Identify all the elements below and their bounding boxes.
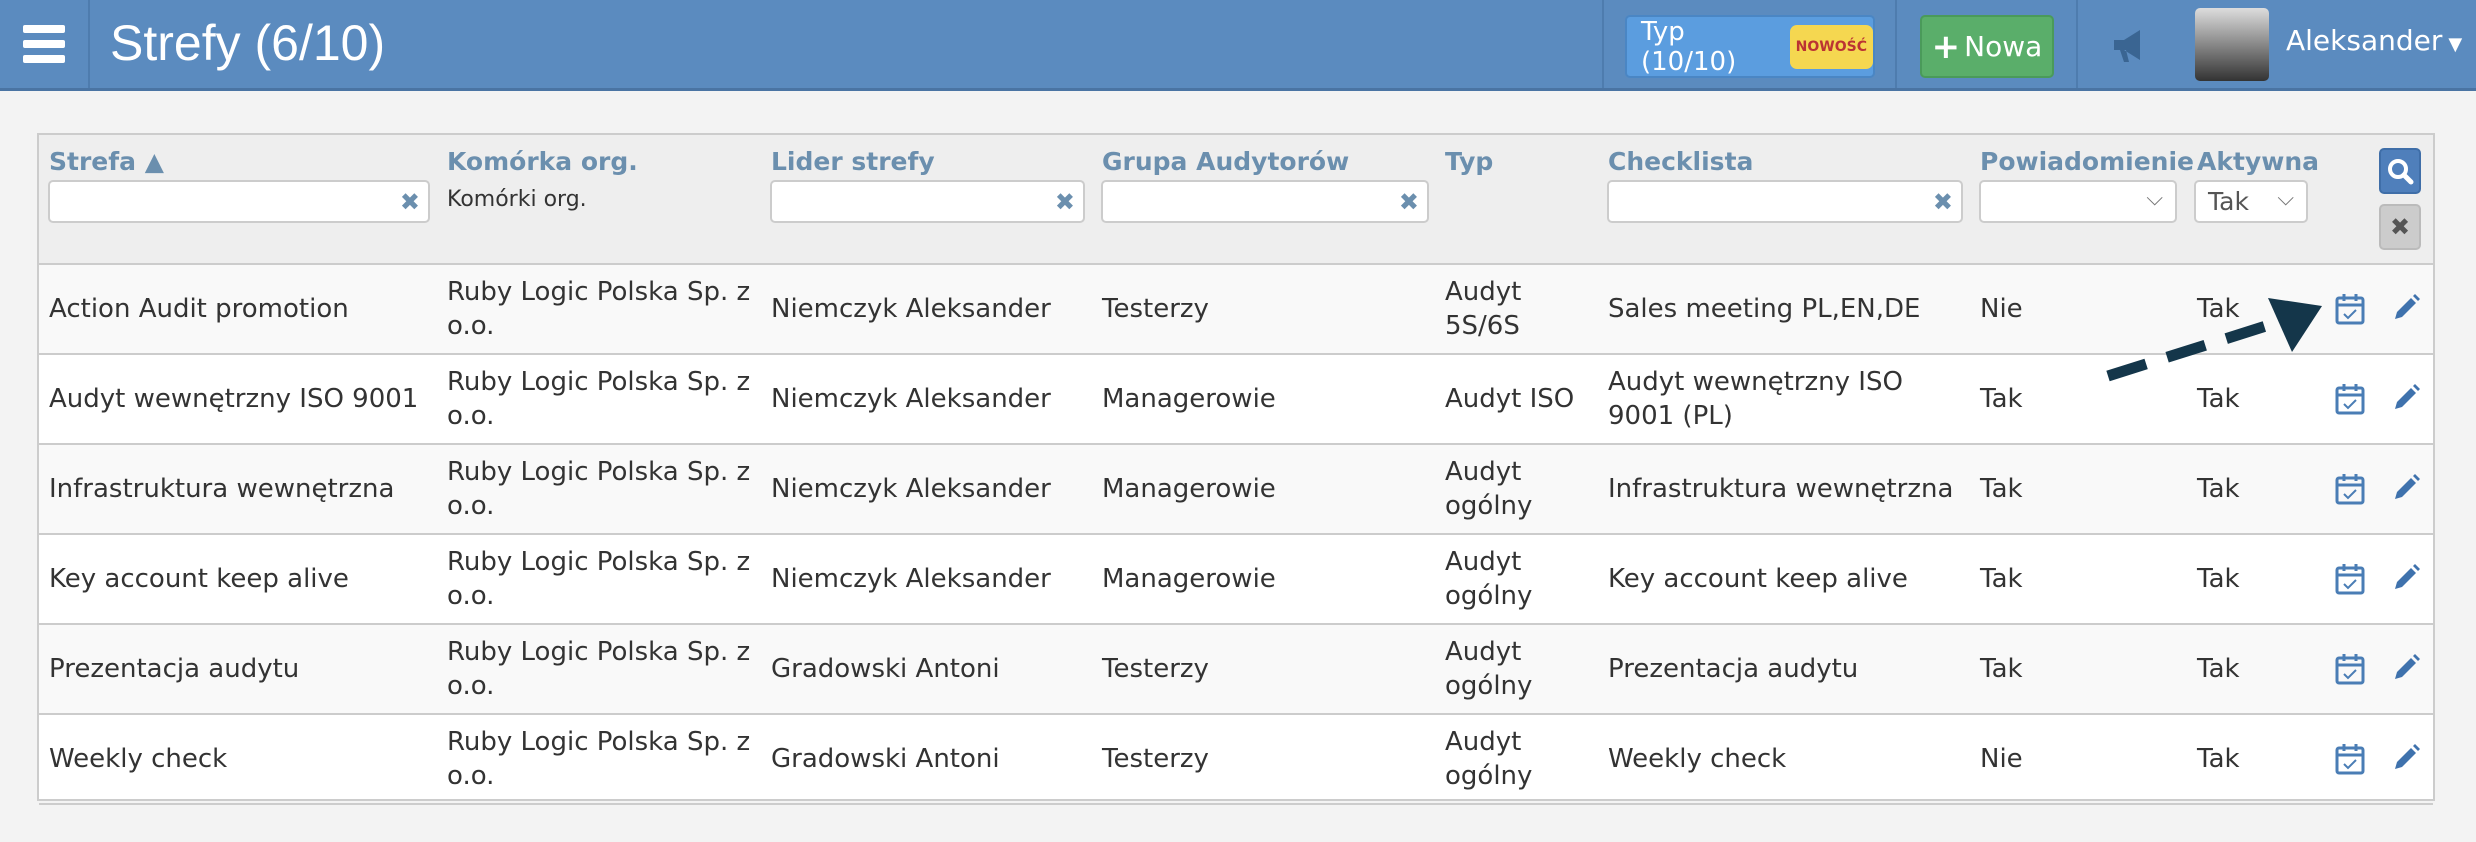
annotation-arrow: [2106, 298, 2322, 382]
